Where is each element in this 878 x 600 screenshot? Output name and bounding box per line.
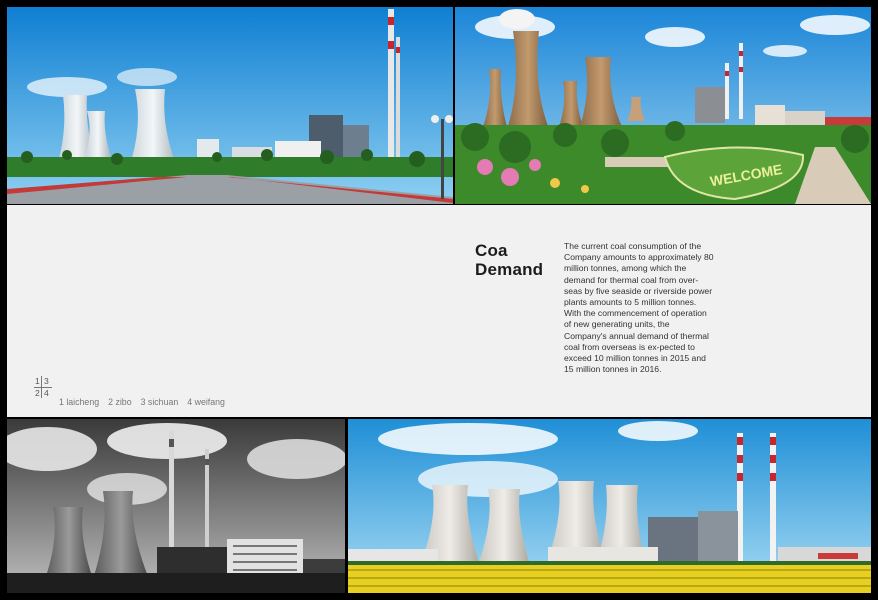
- grid-number-4: 4: [44, 388, 49, 398]
- photo-captions: 1 laicheng 2 zibo 3 sichuan 4 weifang: [59, 397, 225, 407]
- photo-weifang: [348, 419, 871, 593]
- section-title-line-2: Demand: [475, 260, 544, 279]
- photo-position-grid: 1 3 2 4: [34, 376, 52, 398]
- section-title-line-1: Coa: [475, 241, 508, 260]
- caption-4: 4 weifang: [187, 397, 225, 407]
- photo-zibo-illustration: WELCOME: [455, 7, 871, 204]
- grid-number-3: 3: [44, 376, 49, 386]
- photo-zibo: WELCOME: [455, 7, 871, 204]
- photo-weifang-illustration: [348, 419, 871, 593]
- text-band: Coa Demand The current coal consumption …: [7, 205, 871, 417]
- grid-number-1: 1: [35, 376, 40, 386]
- grid-divider-horizontal: [34, 387, 52, 388]
- photo-laicheng-illustration: [7, 7, 453, 204]
- caption-2: 2 zibo: [108, 397, 132, 407]
- section-body-text: The current coal consumption of the Comp…: [564, 241, 714, 375]
- photo-laicheng: [7, 7, 453, 204]
- photo-sichuan-illustration: [7, 419, 345, 593]
- caption-1: 1 laicheng: [59, 397, 100, 407]
- grid-number-2: 2: [35, 388, 40, 398]
- section-title: Coa Demand: [475, 241, 543, 279]
- caption-3: 3 sichuan: [140, 397, 179, 407]
- photo-sichuan: [7, 419, 345, 593]
- brochure-spread: WELCOME Coa Demand The current coal cons…: [0, 0, 878, 600]
